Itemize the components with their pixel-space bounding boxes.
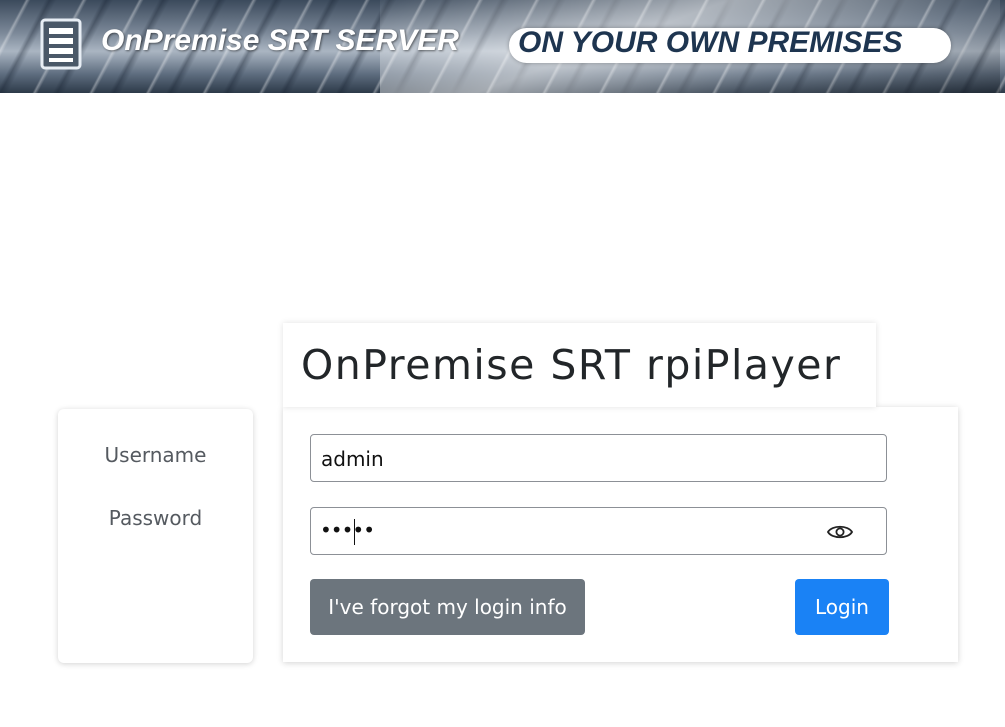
eye-icon[interactable] [827, 522, 853, 542]
username-value: admin [321, 447, 384, 471]
username-label: Username [104, 443, 207, 467]
password-input[interactable]: ••••• [310, 507, 887, 555]
login-button[interactable]: Login [795, 579, 889, 635]
password-label: Password [108, 506, 203, 530]
forgot-login-button[interactable]: I've forgot my login info [310, 579, 585, 635]
header-banner: OnPremise SRT SERVER ON YOUR OWN PREMISE… [0, 0, 1005, 93]
login-heading-panel: OnPremise SRT rpiPlayer [283, 323, 876, 407]
banner-title: OnPremise SRT SERVER [101, 24, 459, 57]
banner-tagline: ON YOUR OWN PREMISES [518, 26, 903, 59]
labels-panel: Username Password [58, 409, 253, 663]
username-input[interactable]: admin [310, 434, 887, 482]
page-title: OnPremise SRT rpiPlayer [301, 341, 842, 389]
login-form: admin ••••• I've forgot my login info Lo… [283, 407, 958, 662]
text-caret [354, 519, 355, 545]
password-value: ••••• [320, 518, 375, 542]
document-stack-icon [40, 18, 82, 70]
